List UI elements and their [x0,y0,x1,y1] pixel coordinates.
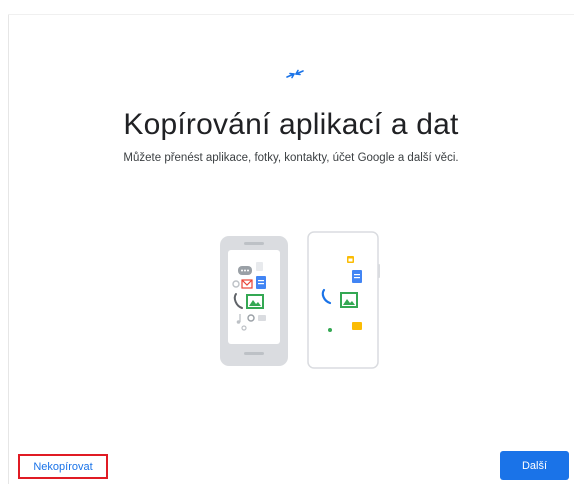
skip-copy-button[interactable]: Nekopírovat [18,454,108,479]
new-phone [307,231,380,369]
window-edge-top [8,14,574,15]
window-edge-left [8,14,9,484]
setup-screen: Kopírování aplikací a dat Můžete přenést… [0,0,582,494]
page-title: Kopírování aplikací a dat [123,108,459,141]
old-phone [220,236,288,366]
transfer-arrows-icon [286,69,304,79]
next-button[interactable]: Další [500,451,569,480]
page-subtitle: Můžete přenést aplikace, fotky, kontakty… [123,152,459,164]
two-phones-illustration [220,231,380,369]
